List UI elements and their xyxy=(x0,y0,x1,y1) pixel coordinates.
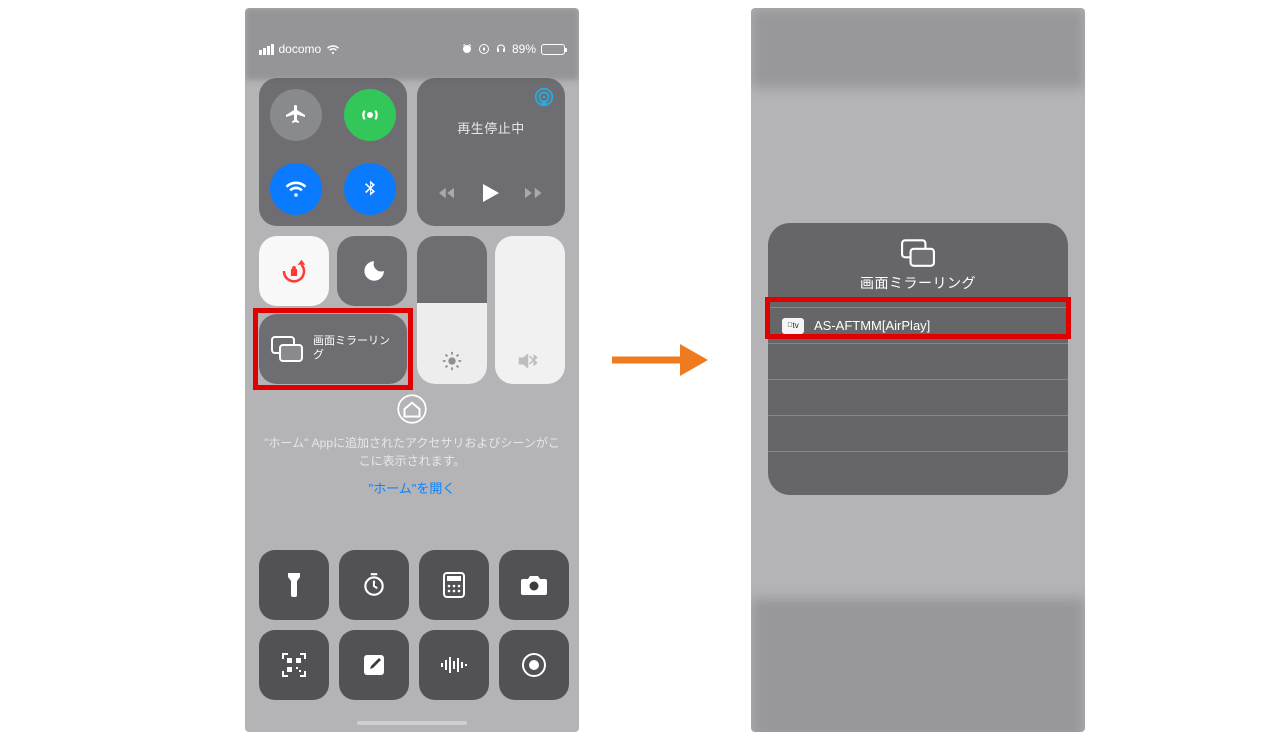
voice-memo-button[interactable] xyxy=(419,630,489,700)
volume-mute-icon xyxy=(517,350,543,372)
rewind-icon[interactable] xyxy=(439,186,457,200)
home-open-link[interactable]: "ホーム"を開く xyxy=(259,478,565,497)
orientation-lock-toggle[interactable] xyxy=(259,236,329,306)
list-item: . xyxy=(768,343,1068,379)
airplay-device-name: AS-AFTMM[AirPlay] xyxy=(814,318,930,333)
battery-percent: 89% xyxy=(512,42,536,56)
headphones-icon xyxy=(495,43,507,55)
play-icon[interactable] xyxy=(483,184,499,202)
orientation-lock-status-icon xyxy=(478,43,490,55)
connectivity-group[interactable] xyxy=(259,78,407,226)
home-indicator[interactable] xyxy=(357,721,467,725)
qr-scan-button[interactable] xyxy=(259,630,329,700)
airplay-icon[interactable] xyxy=(533,86,555,108)
carrier-label: docomo xyxy=(279,42,322,56)
flow-arrow-icon xyxy=(610,338,710,382)
battery-icon xyxy=(541,44,565,55)
calculator-button[interactable] xyxy=(419,550,489,620)
bg-band xyxy=(751,8,1085,88)
media-status: 再生停止中 xyxy=(417,118,565,137)
screen-mirroring-icon xyxy=(768,239,1068,267)
screen-record-button[interactable] xyxy=(499,630,569,700)
bg-band xyxy=(751,598,1085,732)
brightness-icon xyxy=(441,350,463,372)
camera-button[interactable] xyxy=(499,550,569,620)
airplane-mode-toggle[interactable] xyxy=(270,89,322,141)
popup-title: 画面ミラーリング xyxy=(768,273,1068,293)
bluetooth-toggle[interactable] xyxy=(344,163,396,215)
timer-button[interactable] xyxy=(339,550,409,620)
screen-mirroring-tile[interactable]: 画面ミラーリング xyxy=(259,314,407,384)
screen-mirroring-icon xyxy=(271,336,303,362)
forward-icon[interactable] xyxy=(525,186,543,200)
screen-mirroring-label: 画面ミラーリング xyxy=(313,335,395,363)
flashlight-button[interactable] xyxy=(259,550,329,620)
notes-button[interactable] xyxy=(339,630,409,700)
list-item: . xyxy=(768,379,1068,415)
phone-right: 画面ミラーリング tv AS-AFTMM[AirPlay] . . . . xyxy=(751,8,1085,732)
wifi-icon xyxy=(326,44,340,55)
cellular-data-toggle[interactable] xyxy=(344,89,396,141)
alarm-icon xyxy=(461,43,473,55)
media-controls-tile[interactable]: 再生停止中 xyxy=(417,78,565,226)
cellular-signal-icon xyxy=(259,44,274,55)
wifi-toggle[interactable] xyxy=(270,163,322,215)
do-not-disturb-toggle[interactable] xyxy=(337,236,407,306)
apple-tv-icon: tv xyxy=(782,318,804,334)
phone-left: docomo 89% xyxy=(245,8,579,732)
airplay-device-row[interactable]: tv AS-AFTMM[AirPlay] xyxy=(768,307,1068,343)
status-bar: docomo 89% xyxy=(259,38,565,60)
home-icon xyxy=(259,394,565,424)
home-description: "ホーム" Appに追加されたアクセサリおよびシーンがここに表示されます。 xyxy=(259,434,565,470)
list-item: . xyxy=(768,415,1068,451)
volume-slider[interactable] xyxy=(495,236,565,384)
list-item: . xyxy=(768,451,1068,487)
screen-mirroring-popup: 画面ミラーリング tv AS-AFTMM[AirPlay] . . . . xyxy=(768,223,1068,495)
brightness-slider[interactable] xyxy=(417,236,487,384)
